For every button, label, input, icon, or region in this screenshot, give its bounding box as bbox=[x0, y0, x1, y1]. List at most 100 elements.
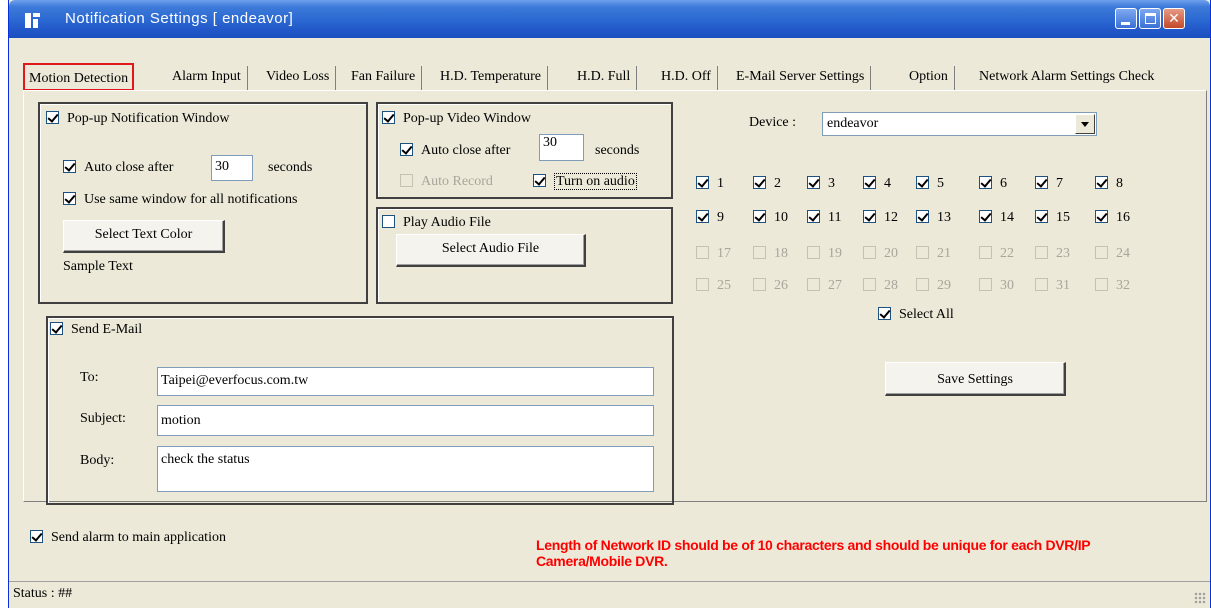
channel-checkbox-23[interactable]: 23 bbox=[1035, 246, 1070, 262]
channel-label: 7 bbox=[1056, 176, 1063, 191]
email-body-input[interactable]: check the status bbox=[157, 446, 654, 492]
channel-checkbox-17[interactable]: 17 bbox=[696, 246, 731, 262]
video-auto-close-seconds-input[interactable]: 30 bbox=[539, 134, 584, 161]
channel-label: 21 bbox=[937, 246, 951, 261]
channel-checkbox-31[interactable]: 31 bbox=[1035, 278, 1070, 294]
channel-label: 4 bbox=[884, 176, 891, 191]
tab-motion-detection[interactable]: Motion Detection bbox=[23, 63, 135, 91]
minimize-button[interactable] bbox=[1115, 8, 1137, 29]
tab-email-server-settings[interactable]: E-Mail Server Settings bbox=[730, 66, 872, 90]
send-alarm-main-app-checkbox[interactable]: Send alarm to main application bbox=[30, 530, 226, 546]
checkbox-icon bbox=[916, 278, 929, 291]
channel-label: 16 bbox=[1116, 210, 1130, 225]
channel-label: 23 bbox=[1056, 246, 1070, 261]
auto-close-video-checkbox[interactable]: Auto close after bbox=[400, 143, 510, 159]
checkbox-icon bbox=[382, 215, 395, 228]
channel-checkbox-26[interactable]: 26 bbox=[753, 278, 788, 294]
resize-grip-icon[interactable] bbox=[1194, 592, 1206, 604]
checkbox-icon bbox=[807, 246, 820, 259]
email-subject-input[interactable]: motion bbox=[157, 405, 654, 436]
channel-checkbox-12[interactable]: 12 bbox=[863, 210, 898, 226]
channel-checkbox-30[interactable]: 30 bbox=[979, 278, 1014, 294]
device-dropdown[interactable]: endeavor bbox=[822, 112, 1097, 136]
channel-checkbox-6[interactable]: 6 bbox=[979, 176, 1007, 192]
play-audio-checkbox[interactable]: Play Audio File bbox=[382, 215, 491, 231]
title-bar[interactable]: Notification Settings [ endeavor] ✕ bbox=[9, 0, 1210, 38]
chevron-down-icon[interactable] bbox=[1075, 114, 1095, 134]
popup-video-checkbox[interactable]: Pop-up Video Window bbox=[382, 111, 531, 127]
channel-checkbox-29[interactable]: 29 bbox=[916, 278, 951, 294]
channel-checkbox-16[interactable]: 16 bbox=[1095, 210, 1130, 226]
network-id-warning: Length of Network ID should be of 10 cha… bbox=[536, 537, 1211, 569]
send-email-checkbox[interactable]: Send E-Mail bbox=[50, 322, 142, 338]
channel-label: 18 bbox=[774, 246, 788, 261]
popup-notification-checkbox[interactable]: Pop-up Notification Window bbox=[46, 111, 230, 127]
checkbox-icon bbox=[1095, 246, 1108, 259]
channel-label: 1 bbox=[717, 176, 724, 191]
auto-record-checkbox[interactable]: Auto Record bbox=[400, 174, 493, 190]
channel-checkbox-13[interactable]: 13 bbox=[916, 210, 951, 226]
tab-network-alarm-settings-check[interactable]: Network Alarm Settings Check bbox=[973, 66, 1160, 90]
select-text-color-button[interactable]: Select Text Color bbox=[63, 220, 225, 253]
channel-checkbox-19[interactable]: 19 bbox=[807, 246, 842, 262]
auto-close-notification-checkbox[interactable]: Auto close after bbox=[63, 160, 173, 176]
status-text: Status : ## bbox=[13, 586, 73, 601]
channel-checkbox-28[interactable]: 28 bbox=[863, 278, 898, 294]
checkbox-icon bbox=[1095, 210, 1108, 223]
tab-option[interactable]: Option bbox=[903, 66, 955, 90]
channel-checkbox-18[interactable]: 18 bbox=[753, 246, 788, 262]
channel-checkbox-5[interactable]: 5 bbox=[916, 176, 944, 192]
channel-checkbox-20[interactable]: 20 bbox=[863, 246, 898, 262]
tab-hd-temperature[interactable]: H.D. Temperature bbox=[434, 66, 549, 90]
channel-checkbox-7[interactable]: 7 bbox=[1035, 176, 1063, 192]
email-to-input[interactable]: Taipei@everfocus.com.tw bbox=[157, 367, 654, 396]
tab-alarm-input[interactable]: Alarm Input bbox=[166, 66, 248, 90]
channel-checkbox-22[interactable]: 22 bbox=[979, 246, 1014, 262]
channel-checkbox-25[interactable]: 25 bbox=[696, 278, 731, 294]
channel-checkbox-24[interactable]: 24 bbox=[1095, 246, 1130, 262]
tab-video-loss[interactable]: Video Loss bbox=[260, 66, 337, 90]
channel-checkbox-9[interactable]: 9 bbox=[696, 210, 724, 226]
notification-auto-close-seconds-input[interactable]: 30 bbox=[211, 155, 253, 181]
tab-hd-full[interactable]: H.D. Full bbox=[571, 66, 638, 90]
channel-checkbox-1[interactable]: 1 bbox=[696, 176, 724, 192]
sample-text: Sample Text bbox=[63, 259, 133, 274]
channel-checkbox-11[interactable]: 11 bbox=[807, 210, 841, 226]
channel-label: 19 bbox=[828, 246, 842, 261]
channel-label: 28 bbox=[884, 278, 898, 293]
checkbox-icon bbox=[1095, 278, 1108, 291]
checkbox-icon bbox=[878, 307, 891, 320]
channel-checkbox-14[interactable]: 14 bbox=[979, 210, 1014, 226]
channel-label: 13 bbox=[937, 210, 951, 225]
channel-checkbox-8[interactable]: 8 bbox=[1095, 176, 1123, 192]
select-all-checkbox[interactable]: Select All bbox=[878, 307, 954, 323]
save-settings-button[interactable]: Save Settings bbox=[885, 362, 1066, 396]
channel-label: 29 bbox=[937, 278, 951, 293]
tab-fan-failure[interactable]: Fan Failure bbox=[345, 66, 423, 90]
status-bar: Status : ## bbox=[9, 581, 1210, 608]
channel-checkbox-15[interactable]: 15 bbox=[1035, 210, 1070, 226]
popup-video-label: Pop-up Video Window bbox=[403, 111, 531, 126]
close-button[interactable]: ✕ bbox=[1163, 8, 1185, 29]
channel-checkbox-10[interactable]: 10 bbox=[753, 210, 788, 226]
channel-checkbox-32[interactable]: 32 bbox=[1095, 278, 1130, 294]
channel-label: 12 bbox=[884, 210, 898, 225]
channel-label: 9 bbox=[717, 210, 724, 225]
channel-checkbox-27[interactable]: 27 bbox=[807, 278, 842, 294]
checkbox-icon bbox=[46, 111, 59, 124]
channel-label: 10 bbox=[774, 210, 788, 225]
maximize-button[interactable] bbox=[1139, 8, 1161, 29]
channel-label: 20 bbox=[884, 246, 898, 261]
turn-on-audio-checkbox[interactable]: Turn on audio bbox=[533, 173, 637, 190]
channel-label: 24 bbox=[1116, 246, 1130, 261]
channel-label: 31 bbox=[1056, 278, 1070, 293]
channel-checkbox-21[interactable]: 21 bbox=[916, 246, 951, 262]
select-audio-file-button[interactable]: Select Audio File bbox=[396, 234, 586, 267]
channel-checkbox-4[interactable]: 4 bbox=[863, 176, 891, 192]
channel-checkbox-2[interactable]: 2 bbox=[753, 176, 781, 192]
same-window-checkbox[interactable]: Use same window for all notifications bbox=[63, 192, 297, 208]
video-seconds-label: seconds bbox=[595, 143, 640, 158]
tab-hd-off[interactable]: H.D. Off bbox=[655, 66, 718, 90]
channel-checkbox-3[interactable]: 3 bbox=[807, 176, 835, 192]
checkbox-icon bbox=[863, 210, 876, 223]
